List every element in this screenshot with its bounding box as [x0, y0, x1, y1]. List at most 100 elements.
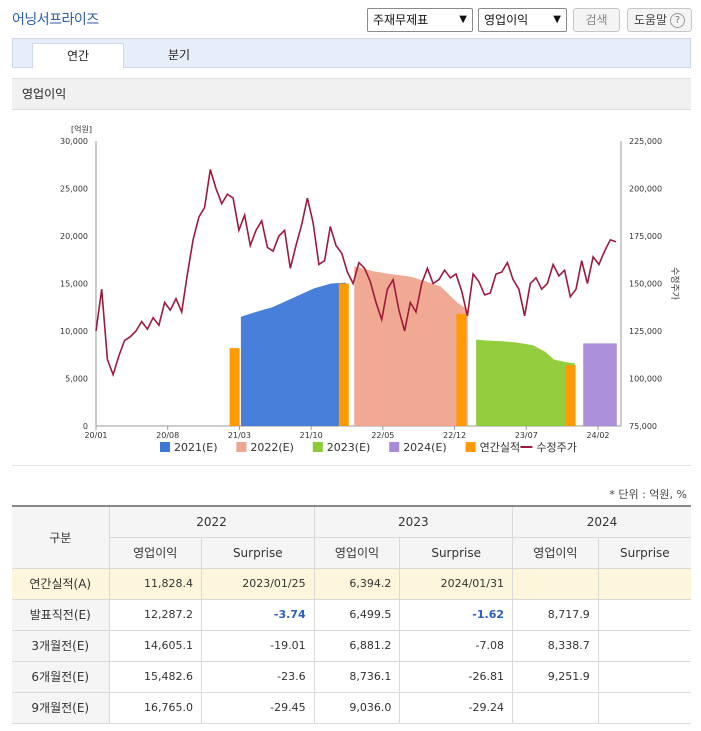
period-tabs: 연간 분기: [12, 38, 691, 69]
consensus-area-2024: [583, 343, 617, 426]
legend-label: 연간실적: [480, 441, 520, 454]
chart-svg: 30,000 25,000 20,000 15,000 10,000 5,000 0 [억원]…: [60, 124, 680, 454]
y-tick-label-left: 0: [83, 422, 88, 431]
sub-header: Surprise: [200, 536, 315, 569]
table-cell: 6,394.2: [313, 567, 401, 600]
y-tick-label-right: 150,000: [629, 280, 662, 289]
page-title: 어닝서프라이즈: [12, 12, 99, 28]
y-axis-label-right: 수정주가: [669, 267, 680, 300]
table-cell: -29.24: [399, 691, 514, 724]
table-cell: 15,482.6: [108, 660, 202, 693]
tab-annual[interactable]: 연간: [32, 43, 124, 69]
table-cell: 9,251.9: [512, 660, 599, 693]
table-cell: 9,036.0: [313, 691, 401, 724]
tab-quarterly[interactable]: 분기: [133, 43, 225, 69]
actual-bar: [229, 348, 240, 426]
table-row: 연간실적(A) 11,828.4 2023/01/25 6,394.2 2024…: [12, 567, 691, 600]
row-label: 9개월전(E): [12, 691, 110, 724]
help-button-label: 도움말: [633, 13, 668, 27]
consensus-area-2022: [354, 266, 468, 426]
consensus-area-2021: [240, 282, 346, 426]
y-tick-label-left: 10,000: [60, 327, 88, 336]
actual-bar: [565, 365, 576, 426]
header-year-2024: 2024: [512, 505, 691, 538]
table-cell: 11,828.4: [108, 567, 202, 600]
x-tick-label: 21/10: [300, 431, 323, 440]
topic-select-value: 주재무제표: [373, 13, 429, 27]
table-cell: [597, 598, 691, 631]
table-cell: 14,605.1: [108, 629, 202, 662]
table-cell: -7.08: [399, 629, 514, 662]
help-icon: ?: [670, 13, 686, 28]
y-tick-label-right: 100,000: [629, 375, 662, 384]
table-cell: 2023/01/25: [200, 567, 315, 600]
table-cell: 8,338.7: [512, 629, 599, 662]
chevron-down-icon: ▼: [553, 14, 561, 25]
legend-swatch: [312, 442, 323, 452]
help-button[interactable]: 도움말?: [627, 8, 692, 32]
table-cell: 6,499.5: [313, 598, 401, 631]
table-cell: -3.74: [200, 598, 315, 631]
y-tick-label-right: 200,000: [629, 185, 662, 194]
table-row: 6개월전(E) 15,482.6 -23.6 8,736.1 -26.81 9,…: [12, 660, 691, 693]
table-cell: -26.81: [399, 660, 514, 693]
actual-bar: [338, 283, 349, 426]
legend-label: 2022(E): [250, 441, 294, 454]
x-tick-label: 20/01: [84, 431, 107, 440]
table-cell: 6,881.2: [313, 629, 401, 662]
y-axis-label-left: [억원]: [71, 124, 92, 134]
header-year-2022: 2022: [108, 505, 315, 538]
x-tick-label: 24/02: [586, 431, 609, 440]
item-select-value: 영업이익: [484, 13, 529, 27]
actual-bar: [456, 313, 467, 426]
y-tick-label-left: 5,000: [65, 375, 88, 384]
table-cell: [597, 629, 691, 662]
table-cell: [512, 567, 599, 600]
table-cell: 16,765.0: [108, 691, 202, 724]
y-tick-label-right: 225,000: [629, 137, 662, 146]
table-cell: -1.62: [399, 598, 514, 631]
y-tick-label-left: 30,000: [60, 137, 88, 146]
consensus-area-2023: [476, 339, 575, 426]
chevron-down-icon: ▼: [459, 14, 467, 25]
surprise-table: 구분 2022 2023 2024 영업이익 Surprise 영업이익 Sur…: [12, 505, 691, 724]
table-cell: [597, 660, 691, 693]
legend-swatch: [465, 442, 476, 452]
table-cell: [597, 567, 691, 600]
legend-label: 2024(E): [403, 441, 447, 454]
sub-header: 영업이익: [109, 536, 202, 569]
y-tick-label-right: 125,000: [629, 327, 662, 336]
item-select[interactable]: 영업이익 ▼: [478, 8, 567, 32]
sub-header: 영업이익: [512, 536, 599, 569]
x-tick-label: 22/05: [371, 431, 394, 440]
topic-select[interactable]: 주재무제표 ▼: [367, 8, 473, 32]
x-tick-label: 22/12: [443, 431, 466, 440]
earnings-chart: 30,000 25,000 20,000 15,000 10,000 5,000 0 [억원]…: [12, 110, 691, 466]
sub-header: Surprise: [597, 536, 691, 569]
x-tick-label: 23/07: [515, 431, 538, 440]
table-cell: [512, 691, 599, 724]
top-bar: 어닝서프라이즈 주재무제표 ▼ 영업이익 ▼ 검색 도움말?: [0, 0, 701, 38]
y-tick-label-right: 175,000: [629, 232, 662, 241]
row-label: 6개월전(E): [12, 660, 110, 693]
legend-swatch: [160, 442, 170, 452]
y-tick-label-left: 25,000: [60, 185, 88, 194]
legend-label: 수정주가: [536, 441, 576, 454]
legend-swatch: [389, 442, 400, 452]
legend-swatch: [236, 442, 247, 452]
table-cell: -29.45: [200, 691, 315, 724]
y-tick-label-left: 15,000: [60, 280, 88, 289]
search-button[interactable]: 검색: [573, 8, 620, 32]
table-cell: -19.01: [200, 629, 315, 662]
y-tick-label-left: 20,000: [60, 232, 88, 241]
legend-label: 2023(E): [327, 441, 371, 454]
table-row: 발표직전(E) 12,287.2 -3.74 6,499.5 -1.62 8,7…: [12, 598, 691, 631]
table-cell: 8,717.9: [512, 598, 599, 631]
header-category: 구분: [12, 505, 110, 569]
table-row: 3개월전(E) 14,605.1 -19.01 6,881.2 -7.08 8,…: [12, 629, 691, 662]
table-cell: [597, 691, 691, 724]
row-label: 발표직전(E): [12, 598, 110, 631]
y-tick-label-right: 75,000: [629, 422, 657, 431]
unit-note: * 단위 : 억원, %: [609, 488, 687, 501]
sub-header: 영업이익: [313, 536, 401, 569]
